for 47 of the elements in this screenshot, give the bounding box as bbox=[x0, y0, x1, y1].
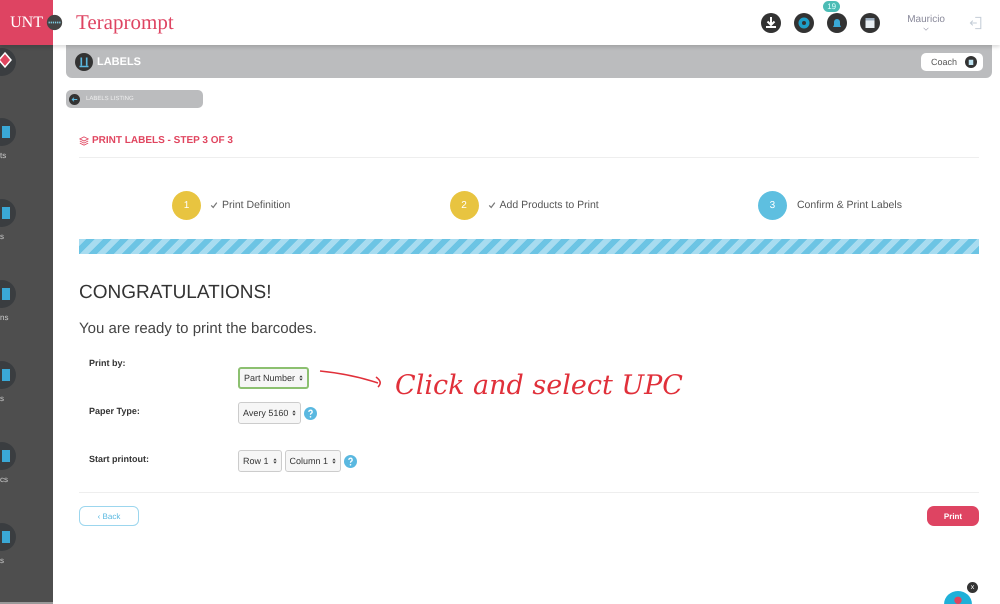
labels-icon bbox=[75, 52, 93, 70]
sort-arrows-icon bbox=[332, 457, 336, 465]
chevron-down-icon[interactable] bbox=[923, 27, 930, 31]
page-title: PRINT LABELS - STEP 3 OF 3 bbox=[92, 135, 233, 146]
bell-icon[interactable] bbox=[827, 12, 848, 32]
nav-label[interactable]: ts bbox=[0, 151, 6, 160]
nav-label[interactable]: s bbox=[0, 232, 4, 241]
trash-icon bbox=[965, 56, 977, 68]
heading: CONGRATULATIONS! bbox=[79, 282, 272, 304]
menu-toggle-icon[interactable] bbox=[46, 14, 63, 31]
sort-arrows-icon bbox=[272, 457, 277, 465]
sort-arrows-icon bbox=[299, 374, 304, 382]
nav-label[interactable]: s bbox=[0, 394, 4, 403]
subheading: You are ready to print the barcodes. bbox=[79, 320, 318, 337]
step-label: Add Products to Print bbox=[500, 199, 599, 211]
field-label: Print by: bbox=[89, 357, 127, 368]
select-field[interactable]: Avery 5160 bbox=[238, 402, 302, 424]
nav-label[interactable]: ns bbox=[0, 313, 8, 322]
chat-icon[interactable] bbox=[944, 591, 972, 604]
step-number: 2 bbox=[450, 190, 478, 220]
user-name[interactable]: Mauricio bbox=[907, 14, 945, 25]
step-label: Confirm & Print Labels bbox=[796, 199, 902, 211]
nav-label[interactable]: s bbox=[0, 556, 4, 565]
select-field[interactable]: Part Number bbox=[238, 366, 310, 388]
notification-badge: 19 bbox=[823, 0, 840, 12]
help-icon[interactable] bbox=[304, 406, 318, 420]
header-title: LABELS bbox=[97, 56, 141, 68]
sort-arrows-icon bbox=[292, 409, 296, 417]
calendar-icon[interactable] bbox=[860, 12, 880, 32]
step-label: Print Definition bbox=[222, 199, 290, 211]
handwritten-note: Click and select UPC bbox=[395, 370, 683, 401]
arrow-left-icon bbox=[69, 94, 80, 104]
field-label: Paper Type: bbox=[89, 405, 141, 416]
app-name: Teraprompt bbox=[76, 10, 174, 35]
field-label: Start printout: bbox=[89, 453, 150, 464]
coach-button[interactable]: Coach bbox=[920, 52, 983, 70]
print-button[interactable]: Print bbox=[927, 506, 979, 526]
step-number: 1 bbox=[172, 190, 201, 220]
step-number: 3 bbox=[758, 190, 787, 220]
settings-icon[interactable] bbox=[794, 12, 814, 32]
layers-icon bbox=[79, 136, 89, 146]
download-icon[interactable] bbox=[761, 12, 782, 32]
brand-text: UNT bbox=[10, 14, 44, 32]
select-field[interactable]: Row 1 bbox=[238, 450, 282, 472]
help-icon[interactable] bbox=[344, 454, 358, 468]
nav-label[interactable]: cs bbox=[0, 475, 8, 484]
select-field[interactable]: Column 1 bbox=[284, 450, 342, 472]
